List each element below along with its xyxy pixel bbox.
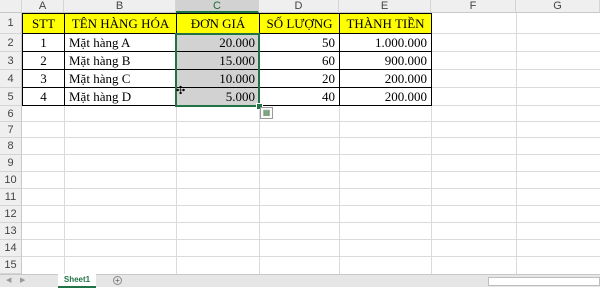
gridline-horizontal bbox=[22, 154, 600, 155]
sheet-tab-bar: ◀ ▶ Sheet1 + bbox=[0, 274, 600, 288]
cell-thanh-tien[interactable]: 900.000 bbox=[340, 52, 431, 69]
row-header-14[interactable]: 14 bbox=[0, 240, 22, 257]
quick-analysis-icon[interactable]: ▦ bbox=[260, 107, 273, 119]
row-header-15[interactable]: 15 bbox=[0, 257, 22, 274]
row-header-8[interactable]: 8 bbox=[0, 138, 22, 155]
gridline-horizontal bbox=[22, 205, 600, 206]
gridline-horizontal bbox=[22, 188, 600, 189]
row-header-1[interactable]: 1 bbox=[0, 13, 22, 34]
cell-so-luong[interactable]: 20 bbox=[260, 70, 339, 87]
row-header-6[interactable]: 6 bbox=[0, 106, 22, 122]
row-header-9[interactable]: 9 bbox=[0, 155, 22, 172]
header-cell-stt[interactable]: STT bbox=[23, 14, 64, 33]
select-all-corner[interactable] bbox=[0, 0, 22, 13]
table-border bbox=[22, 69, 432, 70]
cell-ten-hang[interactable]: Mặt hàng A bbox=[65, 34, 176, 51]
gridline-horizontal bbox=[22, 171, 600, 172]
column-header-d[interactable]: D bbox=[259, 0, 339, 13]
cell-stt[interactable]: 2 bbox=[23, 52, 64, 69]
cell-so-luong[interactable]: 50 bbox=[260, 34, 339, 51]
horizontal-scrollbar[interactable] bbox=[488, 277, 600, 286]
fill-cross-cursor-icon: ✣ bbox=[176, 85, 186, 97]
cell-stt[interactable]: 4 bbox=[23, 88, 64, 105]
column-header-e[interactable]: E bbox=[339, 0, 431, 13]
column-header-f[interactable]: F bbox=[431, 0, 516, 13]
cell-so-luong[interactable]: 40 bbox=[260, 88, 339, 105]
row-header-11[interactable]: 11 bbox=[0, 189, 22, 206]
cell-thanh-tien[interactable]: 200.000 bbox=[340, 88, 431, 105]
table-border bbox=[22, 51, 432, 52]
cell-don-gia[interactable]: 10.000 bbox=[177, 70, 259, 87]
row-header-10[interactable]: 10 bbox=[0, 172, 22, 189]
table-border bbox=[259, 13, 260, 106]
gridline-horizontal bbox=[22, 121, 600, 122]
cell-stt[interactable]: 1 bbox=[23, 34, 64, 51]
cell-don-gia[interactable]: 15.000 bbox=[177, 52, 259, 69]
header-cell-so-luong[interactable]: SỐ LƯỢNG bbox=[260, 14, 339, 33]
cell-don-gia[interactable]: 5.000 bbox=[177, 88, 259, 105]
row-header-2[interactable]: 2 bbox=[0, 34, 22, 52]
add-sheet-icon[interactable]: + bbox=[113, 276, 122, 285]
gridline-horizontal bbox=[22, 222, 600, 223]
cell-ten-hang[interactable]: Mặt hàng B bbox=[65, 52, 176, 69]
cell-thanh-tien[interactable]: 200.000 bbox=[340, 70, 431, 87]
row-header-3[interactable]: 3 bbox=[0, 52, 22, 70]
table-border bbox=[22, 87, 432, 88]
header-cell-don-gia[interactable]: ĐƠN GIÁ bbox=[177, 14, 259, 33]
column-header-c[interactable]: C bbox=[176, 0, 259, 13]
gridline-horizontal bbox=[22, 239, 600, 240]
gridline-horizontal bbox=[22, 137, 600, 138]
gridline-horizontal bbox=[22, 256, 600, 257]
gridline-vertical bbox=[516, 13, 517, 274]
cell-ten-hang[interactable]: Mặt hàng C bbox=[65, 70, 176, 87]
gridline-horizontal bbox=[22, 105, 600, 106]
cell-thanh-tien[interactable]: 1.000.000 bbox=[340, 34, 431, 51]
row-header-13[interactable]: 13 bbox=[0, 223, 22, 240]
scroll-tabs-left-icon[interactable]: ◀ bbox=[6, 276, 11, 284]
cell-so-luong[interactable]: 60 bbox=[260, 52, 339, 69]
header-cell-ten-hang-hoa[interactable]: TÊN HÀNG HÓA bbox=[65, 14, 176, 33]
row-header-12[interactable]: 12 bbox=[0, 206, 22, 223]
header-cell-thanh-tien[interactable]: THÀNH TIỀN bbox=[340, 14, 431, 33]
row-header-7[interactable]: 7 bbox=[0, 122, 22, 138]
table-border bbox=[22, 33, 432, 34]
gridline-vertical bbox=[431, 13, 432, 274]
column-header-b[interactable]: B bbox=[64, 0, 176, 13]
row-header-4[interactable]: 4 bbox=[0, 70, 22, 88]
cell-ten-hang[interactable]: Mặt hàng D bbox=[65, 88, 176, 105]
table-border bbox=[339, 13, 340, 106]
table-border bbox=[64, 13, 65, 106]
row-header-5[interactable]: 5 bbox=[0, 88, 22, 106]
sheet-tab-sheet1[interactable]: Sheet1 bbox=[58, 274, 96, 288]
scroll-tabs-right-icon[interactable]: ▶ bbox=[20, 276, 25, 284]
cell-stt[interactable]: 3 bbox=[23, 70, 64, 87]
column-header-a[interactable]: A bbox=[22, 0, 64, 13]
column-header-g[interactable]: G bbox=[516, 0, 600, 13]
cell-don-gia[interactable]: 20.000 bbox=[177, 34, 259, 51]
